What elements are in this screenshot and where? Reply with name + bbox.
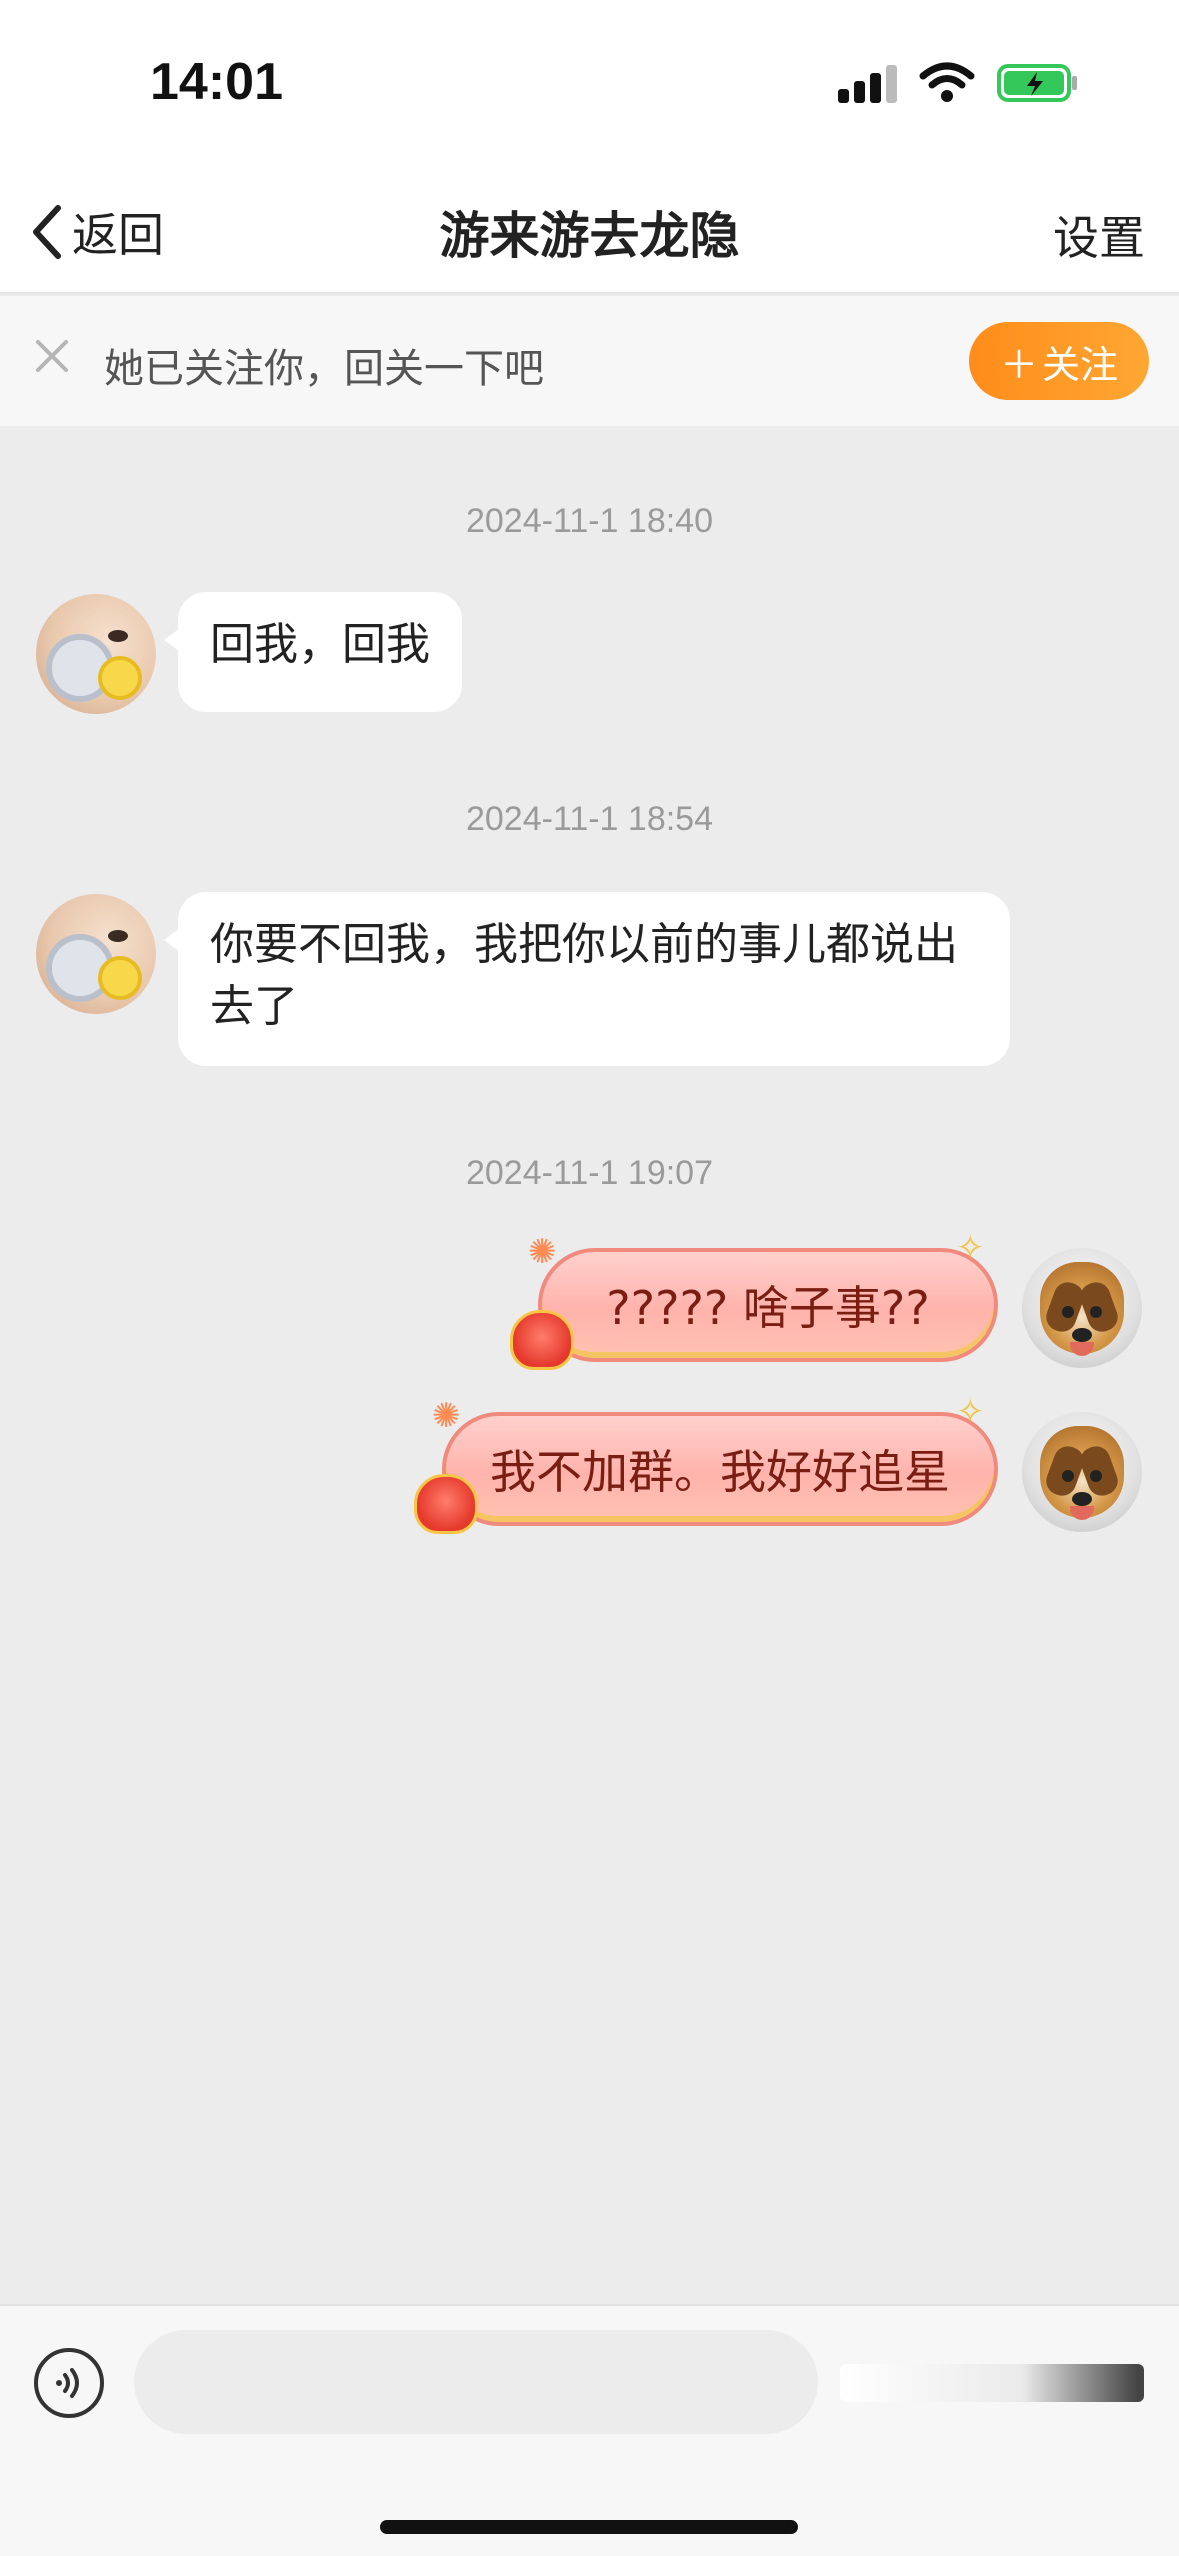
wifi-icon: [919, 62, 975, 102]
message-timestamp: 2024-11-1 18:54: [465, 800, 713, 838]
message-bubble-received[interactable]: 回我，回我: [164, 592, 462, 712]
battery-charging-icon: [997, 64, 1077, 102]
firework-icon: ✺: [528, 1232, 557, 1272]
user-avatar[interactable]: [1022, 1412, 1142, 1532]
message-text: 我不加群。我好好追星: [490, 1445, 950, 1499]
voice-button[interactable]: [34, 2348, 104, 2418]
lucky-bag-icon: [510, 1310, 574, 1370]
follow-prompt: 她已关注你，回关一下吧: [104, 346, 544, 392]
status-icons: [838, 62, 1079, 104]
sparkle-icon: ✧: [956, 1228, 985, 1268]
message-input[interactable]: [134, 2330, 818, 2434]
close-icon[interactable]: [30, 334, 74, 378]
plus-icon: ＋: [999, 342, 1038, 387]
contact-avatar[interactable]: [36, 894, 156, 1014]
follow-banner: 她已关注你，回关一下吧 ＋ 关注: [0, 296, 1179, 426]
home-indicator: [380, 2520, 798, 2534]
signal-icon: [838, 63, 897, 103]
message-bubble-sent[interactable]: 我不加群。我好好追星: [442, 1412, 998, 1526]
follow-button[interactable]: ＋ 关注: [969, 322, 1149, 400]
message-text: 回我，回我: [210, 619, 430, 670]
message-text: ????? 啥子事??: [606, 1281, 930, 1335]
input-bar: [0, 2304, 1179, 2556]
input-actions[interactable]: [840, 2364, 1144, 2402]
follow-button-label: 关注: [1042, 342, 1119, 387]
message-timestamp: 2024-11-1 18:40: [465, 502, 713, 540]
page-title: 游来游去龙隐: [439, 207, 740, 265]
status-bar: 14:01: [0, 0, 1179, 170]
status-time: 14:01: [150, 53, 283, 111]
settings-button[interactable]: 设置: [1053, 202, 1145, 268]
lucky-bag-icon: [414, 1474, 478, 1534]
user-avatar[interactable]: [1022, 1248, 1142, 1368]
nav-bar: 返回 游来游去龙隐 设置: [0, 170, 1179, 294]
message-bubble-received[interactable]: 你要不回我，我把你以前的事儿都说出去了: [164, 892, 1010, 1066]
sparkle-icon: ✧: [956, 1392, 985, 1432]
chat-area[interactable]: 2024-11-1 18:40 回我，回我 2024-11-1 18:54 你要…: [0, 426, 1179, 2304]
contact-avatar[interactable]: [36, 594, 156, 714]
message-timestamp: 2024-11-1 19:07: [465, 1154, 713, 1192]
message-bubble-sent[interactable]: ????? 啥子事??: [538, 1248, 998, 1362]
voice-icon: [56, 2368, 79, 2398]
message-text: 你要不回我，我把你以前的事儿都说出去了: [210, 919, 958, 1032]
firework-icon: ✺: [432, 1396, 461, 1436]
